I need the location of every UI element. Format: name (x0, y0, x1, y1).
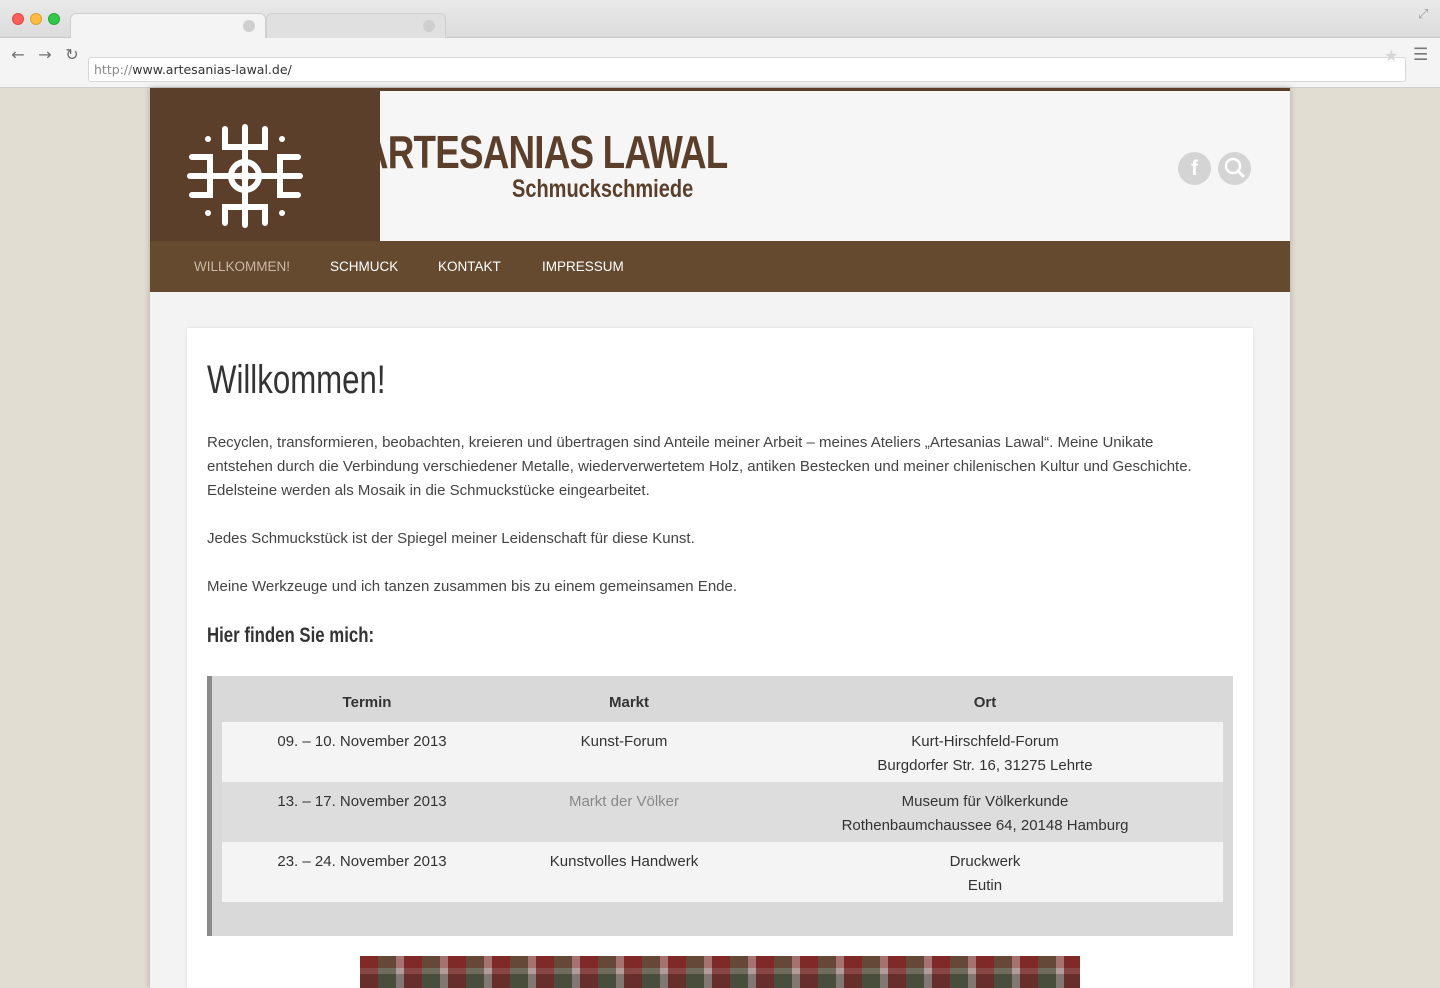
minimize-window-button[interactable] (30, 13, 42, 25)
cell-termin: 23. – 24. November 2013 (277, 853, 447, 870)
cell-termin: 09. – 10. November 2013 (277, 733, 447, 750)
browser-tab-strip: ⤢ (0, 0, 1440, 39)
column-header-markt: Markt (608, 694, 649, 711)
cell-ort-address: Burgdorfer Str. 16, 31275 Lehrte (877, 757, 1093, 774)
nav-item-willkommen[interactable]: WILLKOMMEN! (194, 241, 290, 292)
search-icon[interactable] (1218, 152, 1251, 185)
main-navigation: WILLKOMMEN! SCHMUCK KONTAKT IMPRESSUM (150, 241, 1290, 292)
table-row: 23. – 24. November 2013 Kunstvolles Hand… (222, 842, 1223, 902)
jewelry-photo (360, 956, 1080, 988)
cell-termin: 13. – 17. November 2013 (277, 793, 447, 810)
back-arrow-icon[interactable]: ← (8, 45, 28, 65)
logo-panel (150, 91, 380, 241)
tools-paragraph: Meine Werkzeuge und ich tanzen zusammen … (207, 578, 738, 595)
tab-close-icon[interactable] (243, 20, 255, 32)
browser-tab-active[interactable] (70, 13, 266, 39)
site-title[interactable]: ARTESANIAS LAWAL (362, 125, 728, 179)
nav-item-kontakt[interactable]: KONTAKT (438, 241, 501, 292)
logo-symbol-icon[interactable] (180, 117, 310, 235)
table-row: 13. – 17. November 2013 Markt der Völker… (222, 782, 1223, 842)
magnifier-icon (1224, 157, 1245, 178)
cell-ort-address: Eutin (967, 877, 1003, 894)
browser-menu-icon[interactable]: ☰ (1413, 45, 1428, 65)
passion-paragraph: Jedes Schmuckstück ist der Spiegel meine… (207, 530, 695, 547)
reload-icon[interactable]: ↻ (62, 45, 82, 65)
page-title: Willkommen! (207, 358, 386, 402)
cell-ort: Museum für Völkerkunde Rothenbaumchausse… (802, 790, 1168, 838)
tab-close-icon[interactable] (423, 20, 435, 32)
forward-arrow-icon[interactable]: → (35, 45, 55, 65)
cell-markt-link[interactable]: Markt der Völker (504, 790, 744, 814)
events-heading: Hier finden Sie mich: (207, 624, 375, 647)
events-table: Termin Markt Ort 09. – 10. November 2013… (207, 676, 1233, 936)
cell-markt: Kunstvolles Handwerk (549, 853, 699, 870)
site-subtitle: Schmuckschmiede (512, 175, 694, 203)
column-header-termin: Termin (342, 694, 392, 711)
column-header-ort: Ort (973, 694, 997, 711)
intro-paragraph: Recyclen, transformieren, beobachten, kr… (207, 434, 1192, 499)
cell-ort: Druckwerk Eutin (802, 850, 1168, 898)
cell-ort-name: Druckwerk (949, 853, 1021, 870)
content-card: Willkommen! Recyclen, transformieren, be… (187, 328, 1253, 988)
browser-toolbar: ← → ↻ http://www.artesanias-lawal.de/ ★ … (0, 38, 1440, 88)
facebook-icon[interactable]: f (1178, 152, 1211, 185)
url-host: www.artesanias-lawal.de/ (132, 62, 292, 77)
close-window-button[interactable] (12, 13, 24, 25)
maximize-window-button[interactable] (48, 13, 60, 25)
url-protocol: http:// (94, 62, 133, 77)
nav-item-schmuck[interactable]: SCHMUCK (330, 241, 398, 292)
cell-ort-name: Museum für Völkerkunde (901, 793, 1069, 810)
table-row: 09. – 10. November 2013 Kunst-Forum Kurt… (222, 722, 1223, 782)
website: ARTESANIAS LAWAL Schmuckschmiede f WILLK… (150, 88, 1290, 988)
site-header: ARTESANIAS LAWAL Schmuckschmiede f (150, 88, 1290, 241)
nav-item-impressum[interactable]: IMPRESSUM (542, 241, 624, 292)
cell-ort: Kurt-Hirschfeld-Forum Burgdorfer Str. 16… (802, 730, 1168, 778)
cell-ort-name: Kurt-Hirschfeld-Forum (911, 733, 1059, 750)
address-bar[interactable]: http://www.artesanias-lawal.de/ (88, 57, 1406, 82)
fullscreen-icon[interactable]: ⤢ (1418, 8, 1432, 22)
cell-ort-address: Rothenbaumchaussee 64, 20148 Hamburg (841, 817, 1129, 834)
bookmark-star-icon[interactable]: ★ (1384, 46, 1398, 65)
cell-markt: Kunst-Forum (580, 733, 668, 750)
browser-tab-new[interactable] (266, 13, 446, 39)
